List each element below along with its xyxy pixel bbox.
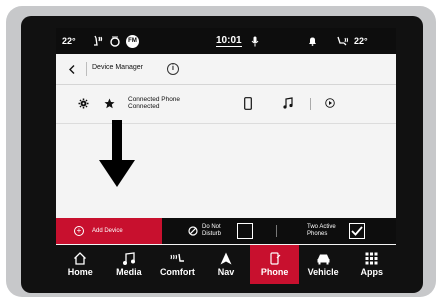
favorite-star-icon[interactable] xyxy=(104,98,115,109)
microphone-icon[interactable] xyxy=(251,28,259,54)
heated-wheel-icon[interactable] xyxy=(109,28,121,54)
phone-icon xyxy=(269,252,281,265)
info-icon[interactable]: i xyxy=(167,63,179,75)
nav-phone[interactable]: Phone xyxy=(250,245,299,284)
home-icon xyxy=(74,252,87,265)
back-button[interactable] xyxy=(64,61,80,77)
head-unit-screen: 22° FM 10:01 22° Device Manager i Connec… xyxy=(56,28,396,284)
nav-comfort[interactable]: Comfort xyxy=(153,245,202,284)
notification-bell-icon[interactable] xyxy=(308,28,317,54)
add-device-label: Add Device xyxy=(92,228,123,234)
plus-circle-icon: + xyxy=(74,226,84,236)
pointer-arrow-icon xyxy=(97,120,137,193)
page-title: Device Manager xyxy=(92,64,143,71)
nav-vehicle[interactable]: Vehicle xyxy=(299,245,348,284)
seat-heat-icon xyxy=(170,253,185,262)
add-device-button[interactable]: + Add Device xyxy=(56,218,162,244)
temp-left[interactable]: 22° xyxy=(62,28,76,54)
device-row[interactable]: Connected Phone Connected xyxy=(56,85,396,124)
page-header: Device Manager i xyxy=(56,54,396,85)
apps-grid-icon xyxy=(365,252,378,265)
music-note-icon xyxy=(122,252,135,265)
dnd-checkbox[interactable] xyxy=(237,223,253,239)
chevron-left-icon xyxy=(69,64,75,74)
device-status: Connected xyxy=(128,103,160,110)
audio-note-icon[interactable] xyxy=(283,97,293,109)
action-bar: + Add Device Do Not Disturb Two Active P… xyxy=(56,218,396,244)
status-bar: 22° FM 10:01 22° xyxy=(56,28,396,54)
two-phones-label: Two Active Phones xyxy=(307,224,336,237)
dnd-label: Do Not Disturb xyxy=(202,224,222,237)
nav-nav[interactable]: Nav xyxy=(202,245,251,284)
action-separator xyxy=(276,225,277,237)
car-icon xyxy=(317,254,330,265)
navigation-arrow-icon xyxy=(220,252,232,265)
nav-apps[interactable]: Apps xyxy=(347,245,396,284)
media-play-icon[interactable] xyxy=(325,98,335,108)
row-separator xyxy=(310,98,311,110)
do-not-disturb-icon xyxy=(188,226,198,238)
device-info: Connected Phone Connected xyxy=(128,96,180,110)
passenger-seat-icon[interactable] xyxy=(336,28,350,54)
nav-home[interactable]: Home xyxy=(56,245,105,284)
header-divider xyxy=(86,62,87,76)
temp-right[interactable]: 22° xyxy=(354,28,368,54)
clock: 10:01 xyxy=(216,34,242,47)
two-phones-checkbox[interactable] xyxy=(349,223,365,239)
phone-device-icon[interactable] xyxy=(244,97,252,110)
checkmark-icon xyxy=(351,226,363,236)
fm-radio-icon[interactable]: FM xyxy=(126,28,139,54)
nav-media[interactable]: Media xyxy=(105,245,154,284)
bottom-nav: Home Media Comfort Nav Phone Vehicle App… xyxy=(56,245,396,284)
heated-seat-icon[interactable] xyxy=(92,28,104,54)
device-name: Connected Phone xyxy=(128,96,181,103)
settings-gear-icon[interactable] xyxy=(78,98,89,109)
